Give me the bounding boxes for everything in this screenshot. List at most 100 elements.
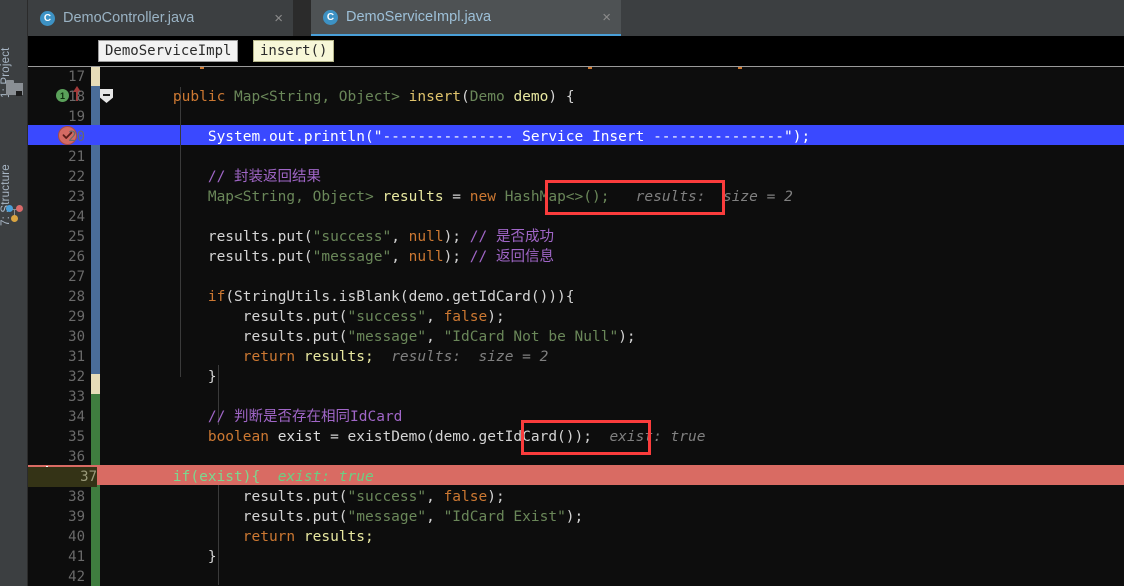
tab-bar-gap [293,0,311,36]
token-keyword-if: if [172,469,191,485]
code-line-32[interactable]: } [138,367,217,387]
tab-demo-service-impl-label: DemoServiceImpl.java [346,9,492,25]
code-line-40[interactable]: return results; [138,527,374,547]
java-class-icon: C [40,10,55,26]
code-line-31[interactable]: return results; results: size = 2 [138,347,549,367]
token-bool: false [443,309,488,325]
token-assign: = [452,189,462,205]
code-line-37[interactable]: if(exist){ exist: true [138,467,374,487]
code-line-30[interactable]: results.put("message", "IdCard Not be Nu… [138,327,636,347]
code-line-29[interactable]: results.put("success", false); [138,307,505,327]
inline-hint-results-size-2: results: size = 2 [391,349,549,365]
annotation-box-exist-true [521,420,651,455]
breadcrumb-class[interactable]: DemoServiceImpl [98,40,239,62]
line-number: 29 [68,309,85,325]
token-string: "message" [347,329,427,345]
token-string: "success" [312,229,392,245]
code-line-39[interactable]: results.put("message", "IdCard Exist"); [138,507,584,527]
line-number: 27 [68,269,85,285]
line-number: 24 [68,209,85,225]
structure-icon [6,205,23,222]
breadcrumb-method-label: insert() [260,43,328,59]
annotation-box-results-size [545,180,725,215]
token-end: ); [792,129,811,145]
close-icon[interactable]: × [602,10,611,25]
line-number: 42 [68,569,85,585]
code-line-25[interactable]: results.put("success", null); // 是否成功 [138,227,554,247]
token-end: ); [487,489,505,505]
token-string: "success" [347,489,427,505]
java-class-icon: C [323,9,338,25]
breadcrumb-class-label: DemoServiceImpl [105,43,232,59]
token-call: results.put( [242,489,348,505]
code-line-28[interactable]: if(StringUtils.isBlank(demo.getIdCard())… [138,287,575,307]
token-var: results; [303,349,374,365]
code-line-41[interactable]: } [138,547,217,567]
token-end: ); [443,229,462,245]
token-comment: // 封装返回结果 [207,169,322,185]
close-icon[interactable]: × [274,11,283,26]
token-assign: = [330,429,339,445]
token-keyword-return: return [242,349,296,365]
vcs-marker-changed-mid[interactable] [91,374,100,394]
token-end: ); [565,509,584,525]
token-string: "message" [347,509,427,525]
vcs-marker-changed-top[interactable] [91,67,100,86]
token-keyword-boolean: boolean [207,429,269,445]
token-end: ); [618,329,636,345]
line-number: 31 [68,349,85,365]
token-param-name: demo [513,89,549,105]
inline-hint-exist-true-green: exist: true [277,469,374,485]
token-call: results.put( [242,329,348,345]
breadcrumb: DemoServiceImpl insert() [28,36,1124,66]
token-call: results.put( [242,309,348,325]
ide-window: 1: Project 7: Structure C DemoController… [0,0,1124,586]
line-number: 30 [68,329,85,345]
line-number: 36 [68,449,85,465]
line-number: 20 [68,129,85,145]
tab-demo-controller[interactable]: C DemoController.java × [28,0,293,36]
token-end: ); [487,309,505,325]
line-number: 18 [68,89,85,105]
line-number: 32 [68,369,85,385]
token-var: results [382,189,444,205]
code-line-34[interactable]: // 判断是否存在相同IdCard [138,407,403,427]
line-number: 22 [68,169,85,185]
tab-demo-controller-label: DemoController.java [63,10,195,26]
line-16-remnant-c [738,67,742,69]
token-keyword-new: new [469,189,496,205]
code-line-20[interactable]: System.out.println("--------------- Serv… [138,127,810,147]
token-type: Map<String, Object> [207,189,374,205]
vcs-marker-added[interactable] [91,394,100,586]
line-number: 17 [68,69,85,85]
token-comment: // 是否成功 [469,229,554,245]
line-number: 21 [68,149,85,165]
line-number: 41 [68,549,85,565]
tool-window-strip: 1: Project 7: Structure [0,0,28,586]
tab-demo-service-impl[interactable]: C DemoServiceImpl.java × [311,0,621,36]
token-expr: (StringUtils.isBlank(demo.getIdCard())){ [225,289,575,305]
code-line-38[interactable]: results.put("success", false); [138,487,505,507]
token-var: results; [303,529,374,545]
code-editor[interactable]: 1 17 18 19 20 21 22 23 24 25 26 27 28 29… [28,67,1124,586]
token-var: exist [277,429,322,445]
token-string: "--------------- Service Insert --------… [373,129,793,145]
line-number-current: 37 [28,467,97,487]
breadcrumb-method[interactable]: insert() [253,40,335,62]
folder-icon [6,80,23,97]
line-number: 38 [68,489,85,505]
token-keyword: public [172,89,226,105]
token-end: ); [443,249,462,265]
token-param-type: Demo [469,89,505,105]
code-line-18[interactable]: public Map<String, Object> insert(Demo d… [138,87,575,107]
token-string: "message" [312,249,392,265]
code-line-26[interactable]: results.put("message", null); // 返回信息 [138,247,554,267]
line-number: 28 [68,289,85,305]
line-number: 39 [68,509,85,525]
token-keyword-return: return [242,529,296,545]
token-string: "success" [347,309,427,325]
line-number: 26 [68,249,85,265]
token-call: results.put( [242,509,348,525]
token-comment: // 判断是否存在相同IdCard [207,409,403,425]
code-line-22[interactable]: // 封装返回结果 [138,167,321,187]
